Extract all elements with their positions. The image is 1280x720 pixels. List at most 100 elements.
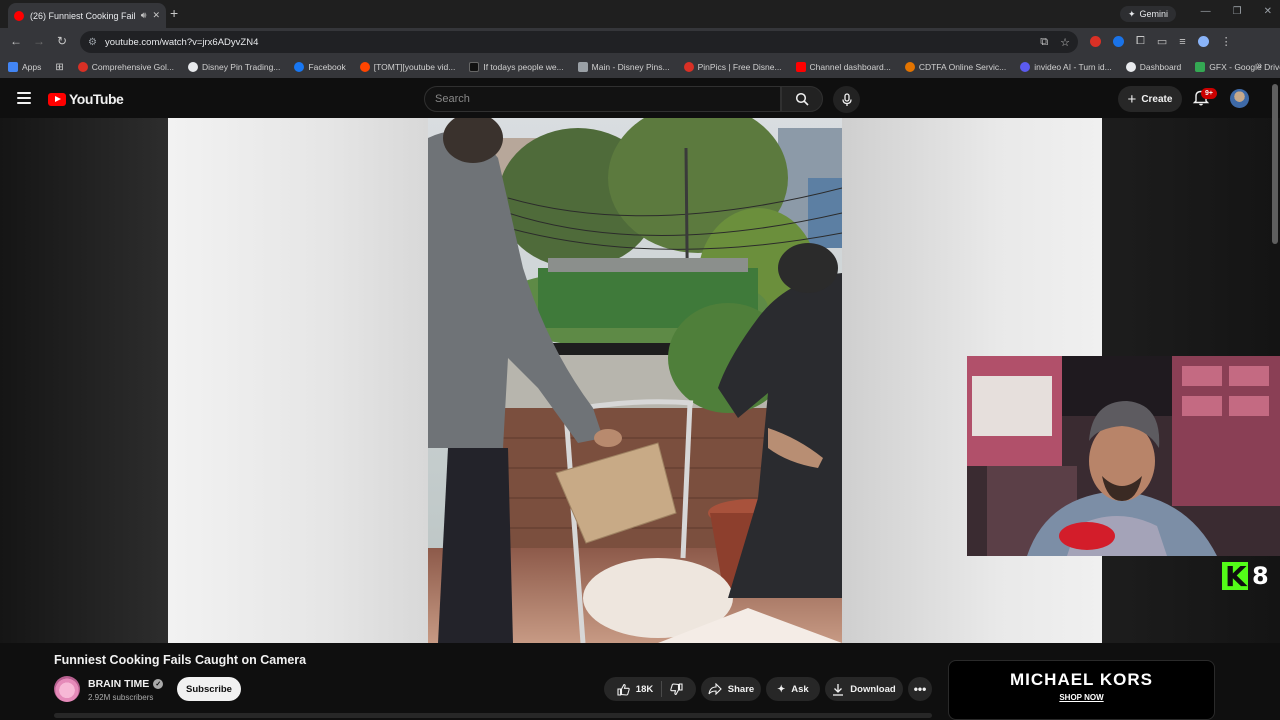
- channel-name-text[interactable]: BRAIN TIME: [88, 678, 149, 690]
- browser-menu-icon[interactable]: ⋮: [1221, 35, 1232, 48]
- search-icon: [795, 92, 809, 106]
- restore-icon[interactable]: ❐: [1233, 6, 1242, 17]
- extension-blue-icon[interactable]: [1113, 36, 1124, 47]
- thumbs-down-icon[interactable]: [670, 682, 683, 696]
- install-app-icon[interactable]: ⧉: [1040, 36, 1048, 49]
- browser-tab[interactable]: (26) Funniest Cooking Fails 🔊︎ ✕: [8, 3, 166, 28]
- description-box-edge: [54, 713, 932, 718]
- bookmark-label: Disney Pin Trading...: [201, 62, 281, 72]
- bookmark-item[interactable]: Facebook: [294, 62, 346, 72]
- bookmark-label: PinPics | Free Disne...: [697, 62, 782, 72]
- ad-shop-now-link[interactable]: SHOP NOW: [949, 693, 1214, 702]
- blurred-video-margin-left: [168, 118, 428, 643]
- bookmark-favicon-icon: [904, 62, 915, 72]
- youtube-header: YouTube Search + Create: [0, 78, 1280, 118]
- new-tab-button[interactable]: +: [170, 5, 178, 21]
- bookmark-item[interactable]: If todays people we...: [469, 62, 564, 72]
- bookmark-favicon-icon: [187, 62, 198, 72]
- profile-icon[interactable]: [1197, 36, 1209, 47]
- youtube-icon: [795, 62, 806, 72]
- video-still-image: [428, 118, 842, 643]
- google-drive-icon: [1195, 62, 1206, 72]
- bookmark-item[interactable]: CDTFA Online Servic...: [904, 62, 1006, 72]
- like-count[interactable]: 18K: [636, 684, 653, 695]
- bookmark-label: GFX - Google Drive: [1209, 62, 1280, 72]
- close-tab-icon[interactable]: ✕: [152, 10, 160, 21]
- video-frame: [428, 118, 842, 643]
- download-label: Download: [850, 683, 896, 695]
- extension-red-icon[interactable]: [1090, 36, 1101, 47]
- search-input[interactable]: Search: [424, 86, 781, 112]
- address-bar[interactable]: ⚙ youtube.com/watch?v=jrx6ADyvZN4 ⧉ ☆: [80, 31, 1078, 53]
- bookmark-item[interactable]: Dashboard: [1125, 62, 1182, 72]
- ask-button[interactable]: ✦ Ask: [766, 677, 820, 701]
- more-bookmarks-icon[interactable]: »: [1256, 60, 1262, 71]
- search-button[interactable]: [781, 86, 823, 112]
- channel-avatar[interactable]: [54, 676, 80, 702]
- subscribe-button[interactable]: Subscribe: [177, 677, 241, 701]
- viewer-count: 8: [1252, 562, 1269, 590]
- bookmark-item[interactable]: Comprehensive Gol...: [77, 62, 174, 72]
- bookmark-item[interactable]: PinPics | Free Disne...: [683, 62, 782, 72]
- speaker-icon[interactable]: 🔊︎: [141, 10, 147, 21]
- youtube-wordmark: YouTube: [69, 91, 124, 107]
- more-horizontal-icon: •••: [913, 682, 927, 696]
- sparkle-icon: ✦: [777, 683, 786, 695]
- bookmark-item[interactable]: Main - Disney Pins...: [577, 62, 670, 72]
- divider: [661, 681, 663, 697]
- more-actions-button[interactable]: •••: [908, 677, 932, 701]
- create-button[interactable]: + Create: [1118, 86, 1182, 112]
- bookmark-star-icon[interactable]: ☆: [1060, 36, 1070, 49]
- extensions-puzzle-icon[interactable]: ⧠: [1136, 35, 1145, 48]
- sponsored-ad[interactable]: MICHAEL KORS SHOP NOW: [948, 660, 1215, 720]
- bookmark-item[interactable]: [TOMT][youtube vid...: [359, 62, 455, 72]
- reload-icon[interactable]: ↻: [57, 34, 67, 48]
- subscriber-count: 2.92M subscribers: [88, 693, 154, 702]
- grid-icon: ⊞: [55, 61, 64, 73]
- side-panel-icon[interactable]: ▭: [1157, 35, 1167, 48]
- gemini-label: Gemini: [1139, 9, 1169, 19]
- youtube-logo[interactable]: YouTube: [48, 91, 124, 107]
- site-info-icon[interactable]: ⚙: [88, 37, 97, 48]
- bookmark-label: invideo AI - Turn id...: [1034, 62, 1112, 72]
- bookmark-apps[interactable]: Apps: [8, 62, 41, 72]
- streamer-webcam-overlay: [967, 356, 1280, 556]
- bookmark-item[interactable]: invideo AI - Turn id...: [1020, 62, 1112, 72]
- ad-brand: MICHAEL KORS: [1010, 670, 1153, 689]
- back-arrow-icon[interactable]: ←: [10, 34, 22, 48]
- extension-icons: ⧠ ▭ ≡ ⋮: [1090, 35, 1232, 48]
- bookmark-item[interactable]: GFX - Google Drive: [1195, 62, 1280, 72]
- verified-check-icon: ✓: [153, 679, 164, 689]
- window-close-icon[interactable]: ✕: [1264, 6, 1272, 17]
- forward-arrow-icon[interactable]: →: [33, 34, 45, 48]
- bookmark-item[interactable]: Channel dashboard...: [795, 62, 891, 72]
- bookmark-label: Dashboard: [1139, 62, 1182, 72]
- bookmark-item[interactable]: Disney Pin Trading...: [187, 62, 281, 72]
- hamburger-menu-icon[interactable]: [17, 92, 31, 104]
- ask-label: Ask: [791, 683, 809, 695]
- thumbs-up-icon[interactable]: [617, 683, 630, 696]
- webcam-feed-image: [967, 356, 1280, 556]
- bookmarks-bar: Apps ⊞ Comprehensive Gol... Disney Pin T…: [0, 56, 1280, 78]
- window-controls: — ❐ ✕: [1201, 6, 1272, 17]
- share-button[interactable]: Share: [701, 677, 761, 701]
- browser-tab-strip: (26) Funniest Cooking Fails 🔊︎ ✕ + ✦ Gem…: [0, 0, 1280, 28]
- browser-toolbar: ← → ↻ ⚙ youtube.com/watch?v=jrx6ADyvZN4 …: [0, 28, 1280, 56]
- player-backdrop-left: [0, 118, 168, 643]
- gemini-button[interactable]: ✦ Gemini: [1120, 6, 1177, 22]
- video-title: Funniest Cooking Fails Caught on Camera: [54, 653, 307, 667]
- bookmark-grid[interactable]: ⊞: [55, 62, 63, 73]
- pinterest-icon: [683, 62, 694, 72]
- facebook-icon: [294, 62, 305, 72]
- page-scrollbar[interactable]: [1272, 84, 1278, 244]
- channel-name[interactable]: BRAIN TIME ✓: [88, 678, 164, 690]
- minimize-icon[interactable]: —: [1201, 6, 1211, 17]
- create-label: Create: [1141, 93, 1173, 105]
- apps-grid-icon: [8, 62, 18, 72]
- media-controls-icon[interactable]: ≡: [1179, 36, 1185, 48]
- url-text[interactable]: youtube.com/watch?v=jrx6ADyvZN4: [105, 37, 258, 48]
- download-button[interactable]: Download: [825, 677, 903, 701]
- account-avatar[interactable]: [1230, 89, 1249, 108]
- voice-search-button[interactable]: [833, 86, 860, 113]
- reddit-icon: [359, 62, 370, 72]
